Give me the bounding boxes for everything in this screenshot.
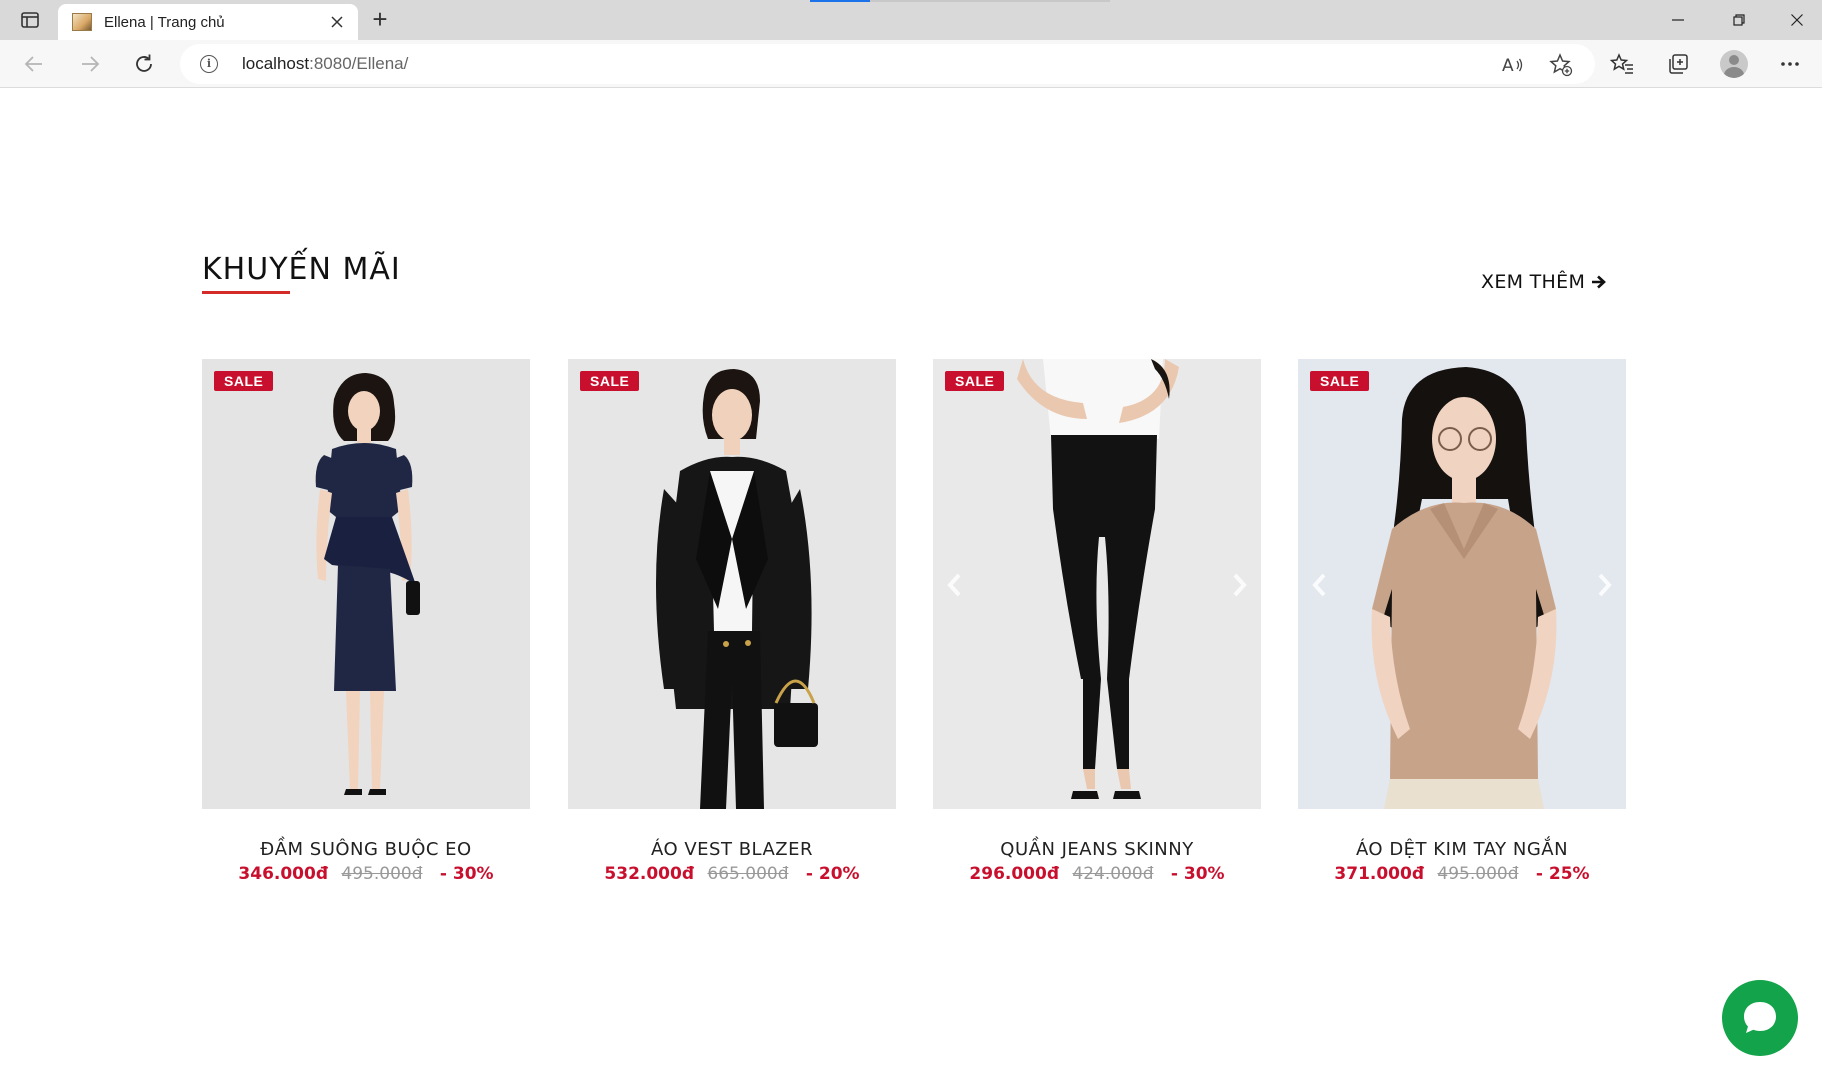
new-tab-button[interactable]: + bbox=[366, 6, 394, 34]
url-path: :8080/Ellena/ bbox=[309, 54, 409, 73]
browser-tab-bar: Ellena | Trang chủ + bbox=[0, 0, 1822, 40]
url-text[interactable]: localhost:8080/Ellena/ bbox=[242, 54, 408, 74]
tab-title: Ellena | Trang chủ bbox=[104, 13, 225, 31]
original-price: 424.000đ bbox=[1072, 864, 1154, 884]
refresh-icon[interactable] bbox=[128, 48, 160, 80]
see-more-link[interactable]: XEM THÊM bbox=[1481, 271, 1607, 293]
product-image[interactable]: SALE bbox=[933, 359, 1261, 809]
product-image[interactable]: SALE bbox=[568, 359, 896, 809]
carousel-next-icon[interactable] bbox=[1227, 565, 1253, 605]
chat-button[interactable] bbox=[1722, 980, 1798, 1056]
browser-tab[interactable]: Ellena | Trang chủ bbox=[58, 4, 358, 40]
browser-toolbar: i localhost:8080/Ellena/ A bbox=[0, 40, 1822, 88]
url-host: localhost bbox=[242, 54, 310, 73]
read-aloud-icon[interactable]: A bbox=[1500, 52, 1526, 78]
sale-badge: SALE bbox=[580, 371, 640, 391]
favorites-icon[interactable] bbox=[1606, 48, 1638, 80]
product-image[interactable]: SALE bbox=[1298, 359, 1626, 809]
discount-percent: - 30% bbox=[1170, 864, 1225, 884]
forward-icon[interactable] bbox=[74, 48, 106, 80]
more-menu-icon[interactable] bbox=[1774, 48, 1806, 80]
close-tab-icon[interactable] bbox=[324, 9, 350, 35]
svg-text:A: A bbox=[1502, 56, 1514, 75]
minimize-icon[interactable] bbox=[1655, 4, 1701, 36]
price-row: 346.000đ 495.000đ - 30% bbox=[202, 864, 530, 884]
price-row: 296.000đ 424.000đ - 30% bbox=[933, 864, 1261, 884]
discount-percent: - 30% bbox=[439, 864, 494, 884]
discount-percent: - 25% bbox=[1535, 864, 1590, 884]
sale-price: 532.000đ bbox=[604, 864, 695, 884]
price-row: 371.000đ 495.000đ - 25% bbox=[1298, 864, 1626, 884]
chat-bubble-icon bbox=[1744, 1002, 1776, 1033]
carousel-prev-icon[interactable] bbox=[1306, 565, 1332, 605]
add-favorite-icon[interactable] bbox=[1548, 52, 1574, 78]
carousel-next-icon[interactable] bbox=[1592, 565, 1618, 605]
sale-badge: SALE bbox=[214, 371, 274, 391]
collections-icon[interactable] bbox=[1662, 48, 1694, 80]
original-price: 495.000đ bbox=[341, 864, 423, 884]
price-row: 532.000đ 665.000đ - 20% bbox=[568, 864, 896, 884]
product-card[interactable]: SALE QUẦN JEANS SKINNY 296.000đ 424.000đ… bbox=[933, 359, 1261, 899]
favicon-icon bbox=[72, 13, 92, 31]
site-info-icon[interactable]: i bbox=[200, 55, 218, 73]
sale-badge: SALE bbox=[945, 371, 1005, 391]
close-window-icon[interactable] bbox=[1774, 4, 1820, 36]
restore-icon[interactable] bbox=[1716, 4, 1762, 36]
see-more-label: XEM THÊM bbox=[1481, 271, 1586, 293]
tab-loading-indicator bbox=[810, 0, 870, 2]
profile-avatar-icon[interactable] bbox=[1718, 48, 1750, 80]
product-card[interactable]: SALE ÁO VEST BLAZER 532.000đ 665.000đ - … bbox=[568, 359, 896, 899]
sale-price: 371.000đ bbox=[1334, 864, 1425, 884]
product-name[interactable]: QUẦN JEANS SKINNY bbox=[933, 839, 1261, 860]
carousel-prev-icon[interactable] bbox=[941, 565, 967, 605]
product-grid: SALE ĐẦM SUÔNG BUỘC EO 346.000đ 495.000đ… bbox=[202, 359, 1627, 899]
product-card[interactable]: SALE ÁO DỆT KIM TAY NGẮN 371.000đ 495.00… bbox=[1298, 359, 1626, 899]
back-icon[interactable] bbox=[18, 48, 50, 80]
original-price: 495.000đ bbox=[1437, 864, 1519, 884]
title-underline bbox=[202, 291, 290, 294]
product-name[interactable]: ÁO DỆT KIM TAY NGẮN bbox=[1298, 839, 1626, 860]
sale-price: 296.000đ bbox=[969, 864, 1060, 884]
original-price: 665.000đ bbox=[707, 864, 789, 884]
product-name[interactable]: ÁO VEST BLAZER bbox=[568, 839, 896, 860]
product-name[interactable]: ĐẦM SUÔNG BUỘC EO bbox=[202, 839, 530, 860]
sale-price: 346.000đ bbox=[238, 864, 329, 884]
tab-actions-icon[interactable] bbox=[18, 8, 42, 32]
arrow-right-icon bbox=[1592, 275, 1607, 289]
product-image[interactable]: SALE bbox=[202, 359, 530, 809]
section-title: KHUYẾN MÃI bbox=[202, 252, 401, 287]
product-card[interactable]: SALE ĐẦM SUÔNG BUỘC EO 346.000đ 495.000đ… bbox=[202, 359, 530, 899]
discount-percent: - 20% bbox=[805, 864, 860, 884]
page-content: KHUYẾN MÃI XEM THÊM SALE ĐẦM SUÔNG BUỘC … bbox=[0, 89, 1822, 1080]
address-bar[interactable]: i localhost:8080/Ellena/ A bbox=[180, 44, 1595, 84]
tab-loading-track bbox=[870, 0, 1110, 2]
sale-badge: SALE bbox=[1310, 371, 1370, 391]
